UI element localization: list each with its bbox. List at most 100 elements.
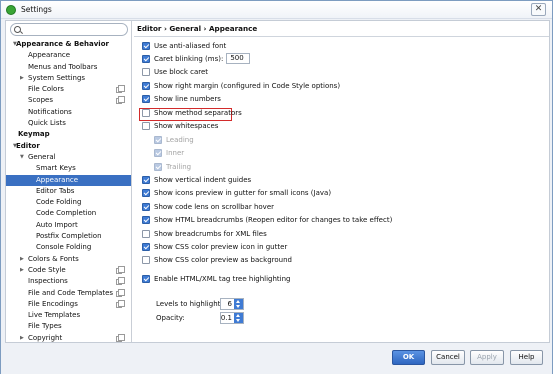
checkbox[interactable]: [142, 256, 150, 264]
checkbox[interactable]: [142, 55, 150, 63]
sidebar-item[interactable]: ▶ Code Style: [6, 265, 131, 276]
title-bar: Settings ✕: [1, 1, 552, 19]
checkbox[interactable]: [142, 42, 150, 50]
checkbox[interactable]: [142, 68, 150, 76]
help-button[interactable]: Help: [510, 350, 543, 365]
sidebar-item[interactable]: Live Templates: [6, 310, 131, 321]
settings-main-pane: Editor › General › Appearance Levels to …: [134, 21, 549, 342]
spinner-buttons[interactable]: [234, 313, 243, 323]
sidebar-item[interactable]: Code Folding: [6, 197, 131, 208]
sidebar-item[interactable]: Scopes: [6, 95, 131, 106]
spin-down-icon[interactable]: [236, 319, 240, 322]
checkbox[interactable]: [142, 216, 150, 224]
checkbox[interactable]: [142, 176, 150, 184]
checkbox[interactable]: [142, 109, 150, 117]
checkbox[interactable]: [142, 243, 150, 251]
ok-button[interactable]: OK: [392, 350, 425, 365]
project-scope-icon: [116, 333, 125, 342]
sidebar-item-label: Appearance: [28, 51, 71, 60]
spinner-buttons[interactable]: [234, 299, 243, 309]
settings-sidebar: ▼ Appearance & Behavior Appearance Menus an…: [6, 21, 132, 342]
option-row[interactable]: Show breadcrumbs for XML files: [142, 229, 267, 240]
sidebar-item[interactable]: ▶ Copyright: [6, 333, 131, 344]
sidebar-item[interactable]: Auto Import: [6, 220, 131, 231]
collapse-arrow-icon[interactable]: ▶: [20, 73, 24, 84]
checkbox[interactable]: [142, 275, 150, 283]
sidebar-item[interactable]: Console Folding: [6, 242, 131, 253]
checkbox[interactable]: [154, 163, 162, 171]
opacity-value: 0.1: [220, 314, 232, 322]
sidebar-item[interactable]: Menus and Toolbars: [6, 62, 131, 73]
checkbox[interactable]: [154, 136, 162, 144]
option-row[interactable]: Inner: [154, 148, 184, 159]
settings-content: ▼ Appearance & Behavior Appearance Menus an…: [5, 20, 550, 343]
sidebar-item-label: Live Templates: [28, 311, 81, 320]
checkbox[interactable]: [142, 95, 150, 103]
sidebar-item[interactable]: ▼ Appearance & Behavior: [6, 39, 131, 50]
option-row[interactable]: Show code lens on scrollbar hover: [142, 202, 274, 213]
sidebar-item-label: Editor Tabs: [36, 186, 75, 195]
option-label: Show icons preview in gutter for small i…: [154, 189, 332, 197]
sidebar-item[interactable]: ▶ System Settings: [6, 73, 131, 84]
sidebar-item[interactable]: Smart Keys: [6, 163, 131, 174]
sidebar-item[interactable]: ▼ Editor: [6, 141, 131, 152]
spin-up-icon[interactable]: [236, 314, 240, 317]
option-row[interactable]: Trailing: [154, 162, 191, 173]
spin-down-icon[interactable]: [236, 305, 240, 308]
option-row[interactable]: Use anti-aliased font: [142, 41, 226, 52]
spin-up-icon[interactable]: [236, 300, 240, 303]
divider: [134, 36, 549, 37]
dialog-footer: OK Cancel Apply Help: [1, 344, 552, 374]
search-input[interactable]: [25, 25, 125, 34]
option-row[interactable]: Show right margin (configured in Code St…: [142, 81, 340, 92]
sidebar-item[interactable]: Appearance: [6, 174, 131, 186]
caret-blink-input[interactable]: 500: [226, 53, 251, 64]
option-row[interactable]: Show icons preview in gutter for small i…: [142, 188, 331, 199]
sidebar-item[interactable]: File and Code Templates: [6, 288, 131, 299]
search-box[interactable]: [10, 23, 128, 36]
sidebar-item[interactable]: ▼ General: [6, 152, 131, 163]
option-row[interactable]: Show HTML breadcrumbs (Reopen editor for…: [142, 215, 392, 226]
close-button[interactable]: ✕: [531, 3, 546, 16]
checkbox[interactable]: [142, 122, 150, 130]
option-row[interactable]: Enable HTML/XML tag tree highlighting: [142, 274, 290, 285]
option-row[interactable]: Show whitespaces: [142, 121, 218, 132]
option-row[interactable]: Use block caret: [142, 67, 208, 78]
sidebar-item[interactable]: ▶ Colors & Fonts: [6, 254, 131, 265]
checkbox[interactable]: [142, 230, 150, 238]
sidebar-item-label: File Types: [28, 322, 62, 331]
sidebar-item[interactable]: Keymap: [6, 129, 131, 140]
sidebar-item[interactable]: Code Completion: [6, 208, 131, 219]
sidebar-item[interactable]: File Encodings: [6, 299, 131, 310]
checkbox[interactable]: [142, 189, 150, 197]
collapse-arrow-icon[interactable]: ▶: [20, 265, 24, 276]
sidebar-item[interactable]: Editor Tabs: [6, 186, 131, 197]
option-row[interactable]: Show method separators: [142, 108, 242, 119]
apply-button[interactable]: Apply: [470, 350, 504, 365]
option-row[interactable]: Show CSS color preview icon in gutter: [142, 242, 287, 253]
sidebar-item[interactable]: Quick Lists: [6, 118, 131, 129]
cancel-button[interactable]: Cancel: [431, 350, 465, 365]
option-row[interactable]: Show CSS color preview as background: [142, 255, 292, 266]
project-scope-icon: [116, 265, 125, 274]
collapse-arrow-icon[interactable]: ▶: [20, 333, 24, 344]
sidebar-item[interactable]: Postfix Completion: [6, 231, 131, 242]
option-row[interactable]: Show vertical indent guides: [142, 175, 251, 186]
collapse-arrow-icon[interactable]: ▶: [20, 254, 24, 265]
checkbox[interactable]: [142, 82, 150, 90]
sidebar-item[interactable]: Notifications: [6, 107, 131, 118]
opacity-spinner[interactable]: 0.1: [220, 312, 244, 324]
settings-window: Settings ✕ ▼ Appearance & Behavior Appeara…: [0, 0, 553, 374]
option-row[interactable]: Caret blinking (ms): 500: [142, 53, 251, 65]
option-row[interactable]: Show line numbers: [142, 94, 221, 105]
expand-arrow-icon[interactable]: ▼: [20, 152, 24, 163]
option-row[interactable]: Leading: [154, 135, 194, 146]
sidebar-item-label: File Encodings: [28, 299, 78, 308]
levels-spinner[interactable]: 6: [220, 298, 244, 310]
sidebar-item[interactable]: File Types: [6, 321, 131, 332]
sidebar-item[interactable]: File Colors: [6, 84, 131, 95]
checkbox[interactable]: [142, 203, 150, 211]
sidebar-item[interactable]: Appearance: [6, 50, 131, 61]
sidebar-item[interactable]: Inspections: [6, 276, 131, 287]
checkbox[interactable]: [154, 149, 162, 157]
